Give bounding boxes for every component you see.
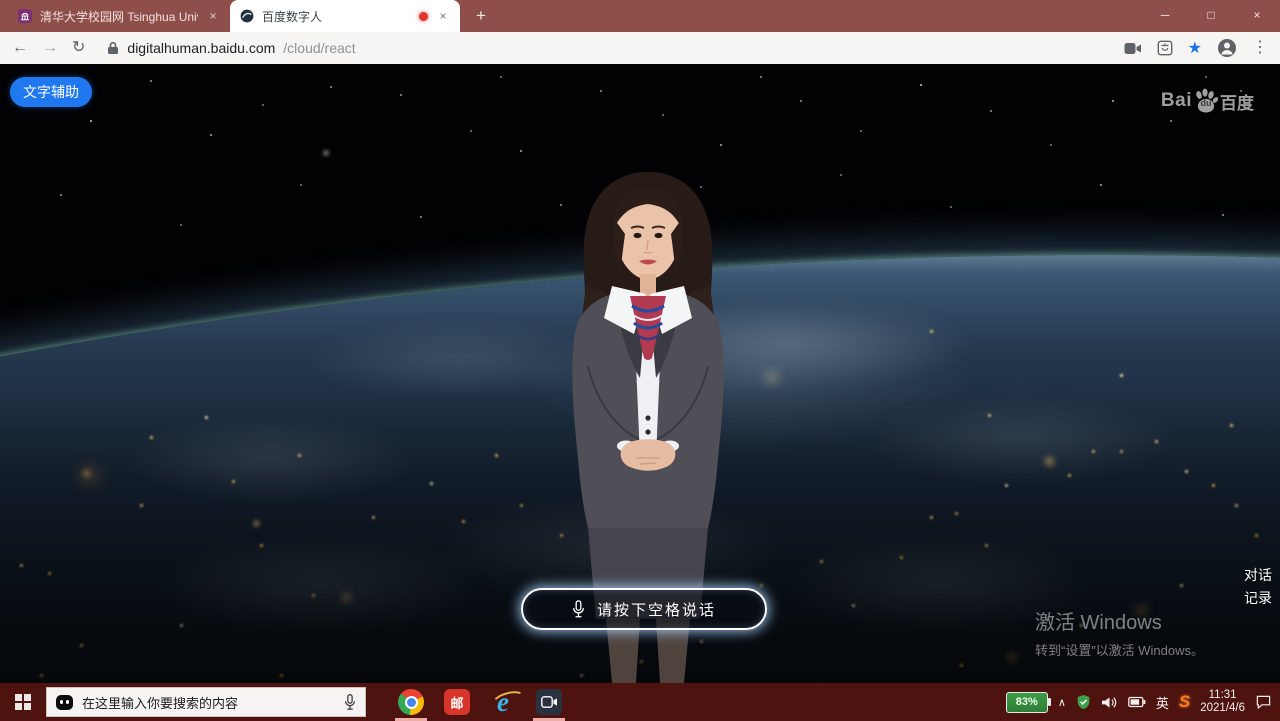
sogou-input-icon[interactable]: S [1179, 692, 1190, 712]
sidebar-item-record[interactable]: 记录 [1244, 588, 1272, 608]
search-assistant-icon [56, 695, 73, 710]
tab-close-icon[interactable]: × [206, 9, 220, 23]
taskbar-chrome-button[interactable] [388, 683, 434, 721]
browser-toolbar: ← → ↻ digitalhuman.baidu.com/cloud/react… [0, 32, 1280, 64]
taskbar-ie-button[interactable]: e [480, 683, 526, 721]
push-to-talk-prompt[interactable]: 请按下空格说话 [521, 588, 767, 630]
maximize-button[interactable]: □ [1188, 0, 1234, 30]
battery-percent-badge[interactable]: 83% [1006, 692, 1048, 713]
translate-icon[interactable] [1157, 40, 1173, 56]
sidebar-item-dialog[interactable]: 对话 [1244, 565, 1272, 585]
browser-titlebar: 清华大学校园网 Tsinghua Univ × 百度数字人 × + ─ □ × [0, 0, 1280, 32]
taskbar-search-input[interactable]: 在这里输入你要搜索的内容 [46, 687, 366, 717]
clock-date: 2021/4/6 [1200, 702, 1245, 715]
window-controls: ─ □ × [1142, 0, 1280, 30]
clock-time: 11:31 [1200, 689, 1245, 702]
speaker-icon[interactable] [1101, 695, 1118, 710]
baidu-logo-bai: Bai [1161, 90, 1192, 112]
minimize-button[interactable]: ─ [1142, 0, 1188, 30]
text-assist-button[interactable]: 文字辅助 [10, 77, 92, 107]
reload-icon[interactable]: ↻ [72, 40, 85, 56]
lock-icon [107, 41, 119, 55]
screen: 清华大学校园网 Tsinghua Univ × 百度数字人 × + ─ □ × … [0, 0, 1280, 721]
search-mic-icon[interactable] [344, 694, 356, 711]
tsinghua-favicon [18, 9, 32, 23]
close-window-button[interactable]: × [1234, 0, 1280, 30]
activate-line2: 转到“设置”以激活 Windows。 [1035, 640, 1204, 659]
defender-shield-icon[interactable] [1076, 694, 1091, 710]
microphone-icon [572, 600, 585, 619]
tab-digitalhuman[interactable]: 百度数字人 × [230, 0, 460, 32]
taskbar-camera-button[interactable] [526, 683, 572, 721]
start-button[interactable] [0, 683, 46, 721]
digital-human-stage: 文字辅助 Bai du 百度 请按下空格说话 [0, 64, 1280, 683]
input-method-indicator[interactable]: 英 [1156, 693, 1169, 712]
baidu-paw-icon: du [1193, 88, 1219, 114]
tray-chevron-up-icon[interactable]: ∧ [1058, 696, 1066, 709]
taskbar-mail-button[interactable]: 邮 [434, 683, 480, 721]
tab-title: 百度数字人 [262, 8, 411, 25]
action-center-icon[interactable] [1255, 694, 1272, 710]
tab-tsinghua[interactable]: 清华大学校园网 Tsinghua Univ × [8, 0, 230, 32]
system-tray: 83% ∧ 英 S 11:31 2021/4/6 [1006, 689, 1280, 715]
tab-close-icon[interactable]: × [436, 9, 450, 23]
search-placeholder: 在这里输入你要搜索的内容 [82, 693, 238, 712]
windows-taskbar: 在这里输入你要搜索的内容 邮 e 83% ∧ [0, 683, 1280, 721]
address-bar[interactable]: digitalhuman.baidu.com/cloud/react [107, 40, 355, 56]
activate-windows-watermark: 激活 Windows 转到“设置”以激活 Windows。 [1035, 606, 1204, 659]
url-domain: digitalhuman.baidu.com [127, 40, 275, 56]
forward-icon[interactable]: → [42, 40, 58, 56]
battery-tray-icon[interactable] [1128, 696, 1146, 708]
digitalhuman-favicon [240, 9, 254, 23]
camera-app-icon [536, 689, 562, 715]
toolbar-actions: ★ ⋮ [1124, 38, 1268, 58]
taskbar-clock[interactable]: 11:31 2021/4/6 [1200, 689, 1245, 715]
baidu-logo-du: du [1193, 98, 1219, 108]
video-camera-icon[interactable] [1124, 42, 1142, 55]
windows-logo-icon [15, 694, 31, 710]
baidu-logo: Bai du 百度 [1161, 88, 1254, 114]
baidu-logo-cn: 百度 [1220, 89, 1254, 114]
tab-title: 清华大学校园网 Tsinghua Univ [40, 8, 198, 25]
recording-indicator-icon [419, 12, 428, 21]
back-icon[interactable]: ← [12, 40, 28, 56]
push-to-talk-label: 请按下空格说话 [597, 599, 716, 620]
browser-menu-icon[interactable]: ⋮ [1252, 40, 1268, 56]
activate-line1: 激活 Windows [1035, 606, 1204, 635]
profile-avatar-icon[interactable] [1217, 38, 1237, 58]
mail-app-icon: 邮 [444, 689, 470, 715]
bookmark-star-icon[interactable]: ★ [1188, 38, 1202, 58]
new-tab-button[interactable]: + [468, 4, 494, 28]
chrome-icon [398, 689, 424, 715]
url-path: /cloud/react [283, 40, 355, 56]
internet-explorer-icon: e [497, 689, 509, 716]
